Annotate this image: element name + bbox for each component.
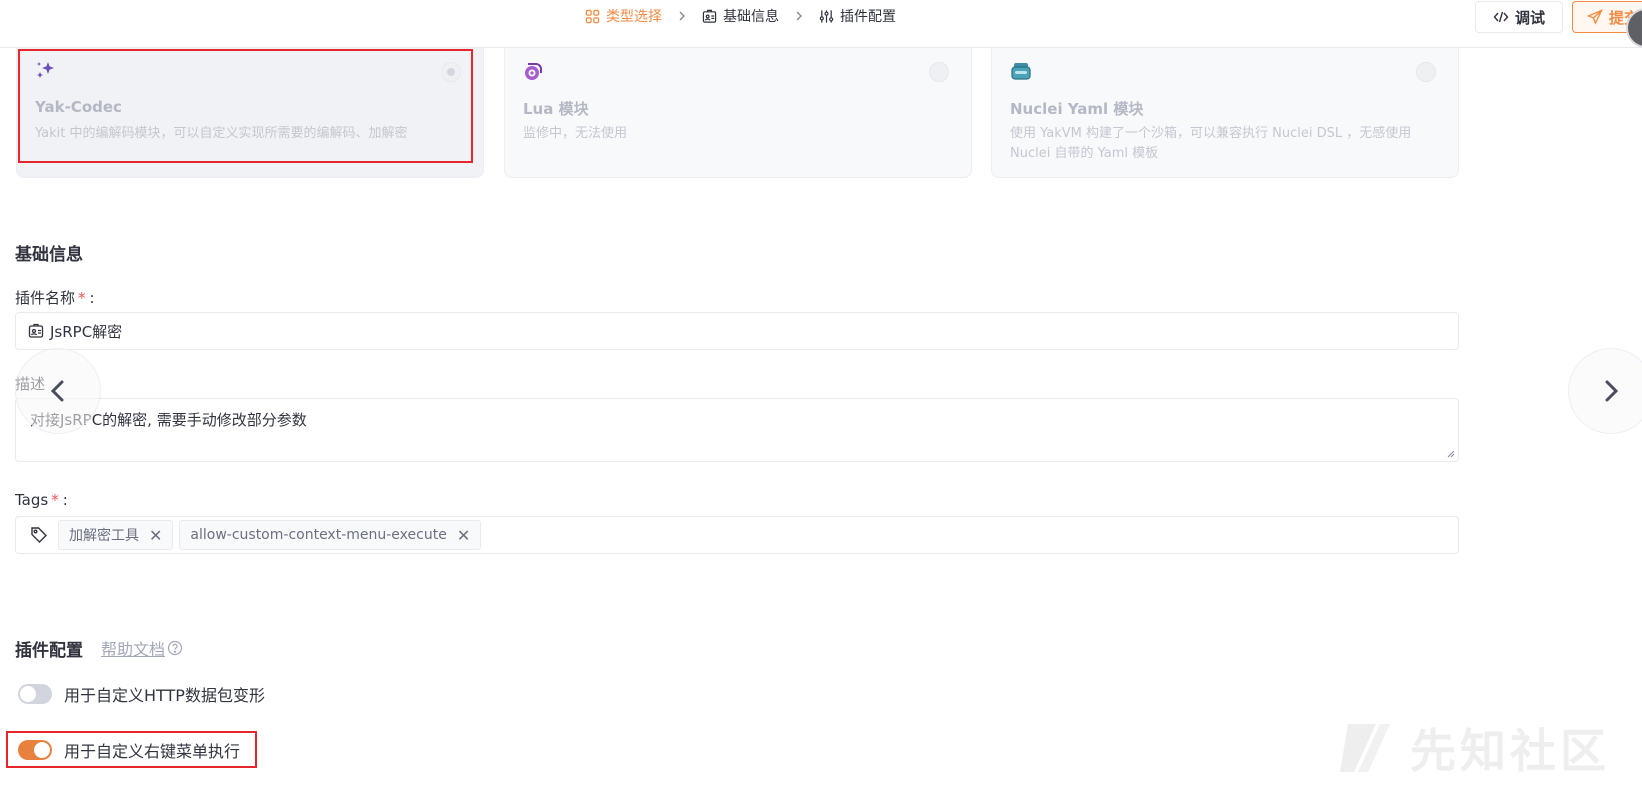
- selection-highlight-box: [18, 49, 473, 163]
- id-card-icon: [28, 323, 44, 338]
- plugin-name-input[interactable]: JsRPC解密: [15, 312, 1459, 350]
- http-mutate-switch[interactable]: [18, 684, 52, 704]
- help-doc-link[interactable]: 帮助文档: [101, 636, 183, 660]
- chevron-right-icon: [1605, 380, 1619, 402]
- tags-input[interactable]: 加解密工具 ✕ allow-custom-context-menu-execut…: [15, 516, 1459, 554]
- tag-chip: allow-custom-context-menu-execute ✕: [179, 520, 482, 550]
- watermark-text: 先知社区: [1410, 724, 1610, 778]
- card-title: Nuclei Yaml 模块: [1010, 100, 1144, 118]
- debug-button[interactable]: 调试: [1475, 1, 1563, 33]
- plugin-name-label: 插件名称 *:: [15, 289, 95, 307]
- chevron-left-icon: [50, 380, 64, 402]
- type-card-lua[interactable]: Lua 模块 监修中，无法使用: [504, 48, 972, 178]
- card-desc: 使用 YakVM 构建了一个沙箱，可以兼容执行 Nuclei DSL ，无感使用…: [1010, 126, 1412, 161]
- nuclei-icon: [1011, 63, 1031, 80]
- tag-chip: 加解密工具 ✕: [58, 520, 174, 550]
- close-icon[interactable]: ✕: [149, 526, 162, 545]
- chevron-right-icon: [793, 10, 805, 22]
- tags-label: Tags *:: [15, 491, 68, 509]
- sliders-icon: [819, 9, 834, 23]
- card-title: Lua 模块: [523, 100, 589, 118]
- plugin-name-value: JsRPC解密: [50, 322, 123, 341]
- step-label: 插件配置: [840, 9, 896, 25]
- step-basic-info[interactable]: 基础信息: [702, 6, 779, 26]
- plugin-config-title: 插件配置: [15, 641, 83, 661]
- send-icon: [1587, 9, 1603, 25]
- step-label: 类型选择: [606, 9, 662, 25]
- step-plugin-config[interactable]: 插件配置: [819, 6, 896, 26]
- help-doc-label: 帮助文档: [101, 640, 166, 659]
- next-arrow-button[interactable]: [1568, 348, 1642, 434]
- switch-row-http-mutate: 用于自定义HTTP数据包变形: [18, 682, 265, 706]
- chevron-right-icon: [676, 10, 688, 22]
- close-icon[interactable]: ✕: [457, 526, 470, 545]
- switch-label: 用于自定义HTTP数据包变形: [64, 686, 265, 705]
- code-icon: [1493, 11, 1509, 23]
- prev-arrow-button[interactable]: [15, 348, 101, 434]
- watermark: 先知社区: [1336, 715, 1610, 781]
- basic-info-title: 基础信息: [15, 245, 83, 265]
- description-textarea[interactable]: 对接JsRPC的解密, 需要手动修改部分参数: [15, 398, 1459, 462]
- debug-label: 调试: [1514, 8, 1545, 27]
- tag-label: allow-custom-context-menu-execute: [190, 527, 447, 543]
- switch-highlight-box: [6, 731, 257, 768]
- step-type-select[interactable]: 类型选择: [585, 6, 662, 26]
- lua-icon: [525, 63, 542, 80]
- card-radio[interactable]: [1416, 62, 1436, 82]
- id-card-icon: [702, 9, 717, 23]
- tag-icon: [31, 527, 47, 543]
- step-breadcrumb: 类型选择 基础信息 插件配置: [585, 5, 896, 27]
- card-desc: 监修中，无法使用: [523, 126, 628, 141]
- resize-handle-icon[interactable]: [1445, 448, 1455, 458]
- question-circle-icon: [167, 640, 183, 656]
- type-card-nuclei[interactable]: Nuclei Yaml 模块 使用 YakVM 构建了一个沙箱，可以兼容执行 N…: [991, 48, 1459, 178]
- logo-icon: [1340, 724, 1390, 772]
- grid-icon: [585, 9, 600, 23]
- tag-label: 加解密工具: [69, 528, 139, 544]
- card-radio[interactable]: [929, 62, 949, 82]
- top-bar: 类型选择 基础信息 插件配置 调试 提交: [0, 0, 1642, 48]
- step-label: 基础信息: [723, 9, 779, 25]
